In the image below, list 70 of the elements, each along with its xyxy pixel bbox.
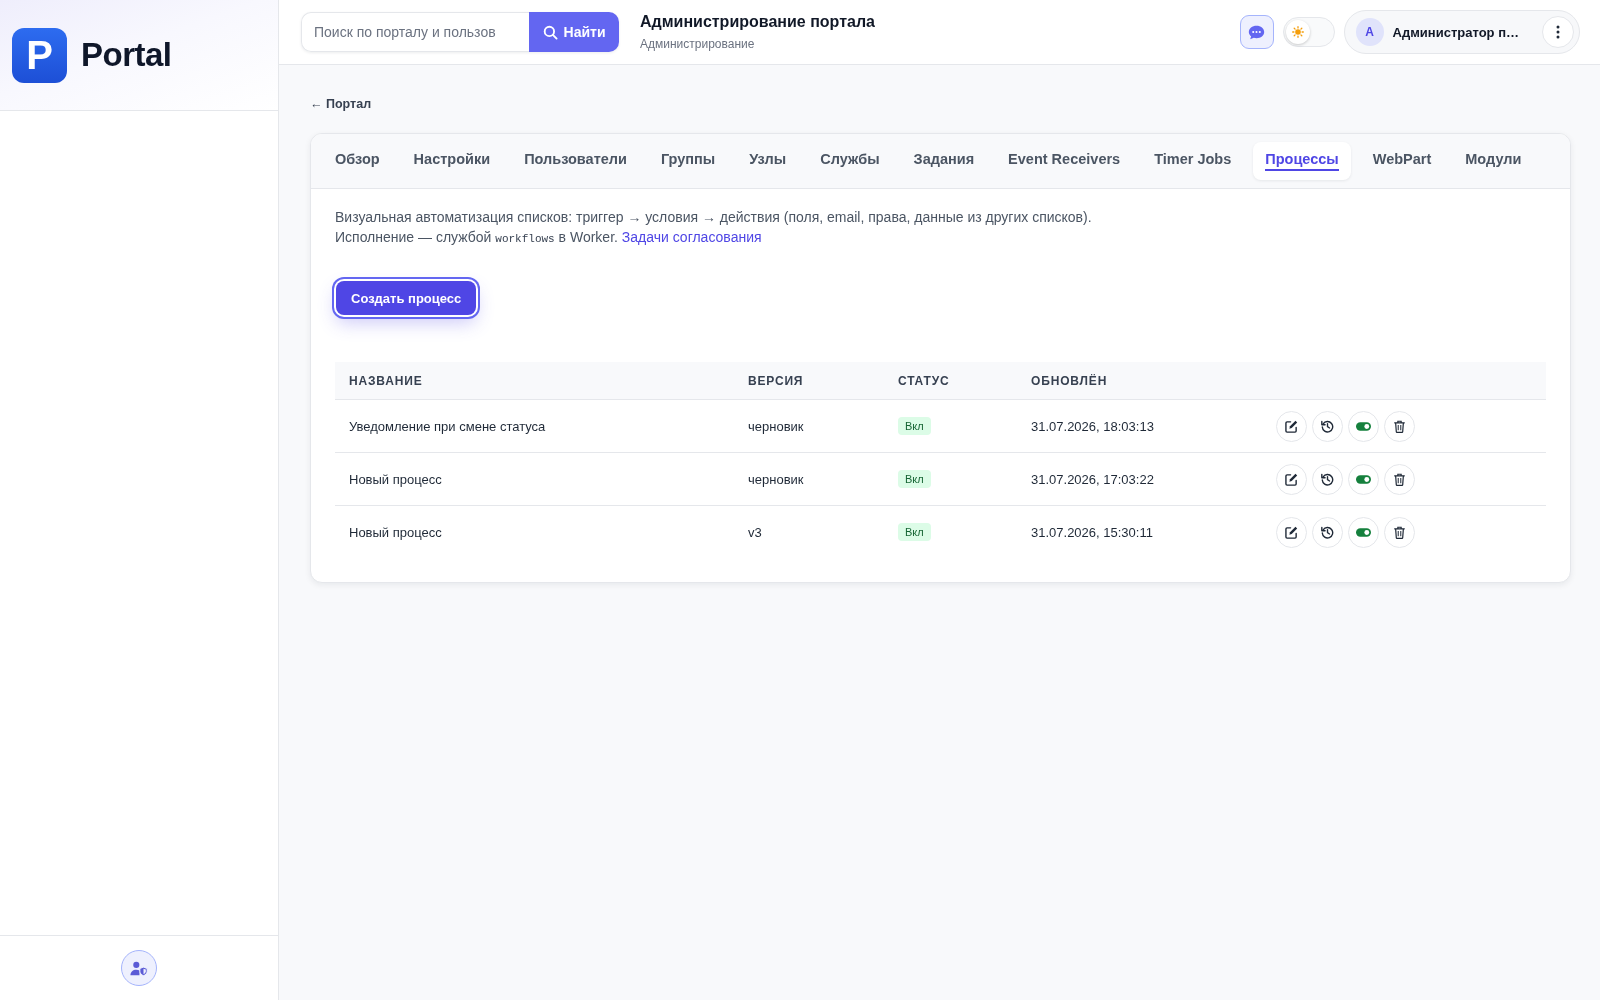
user-shield-icon [130, 960, 148, 976]
column-header: ВЕРСИЯ [748, 373, 804, 388]
history-button[interactable] [1312, 410, 1343, 442]
logo-tile[interactable]: P [12, 27, 67, 83]
history-icon [1321, 419, 1334, 433]
status-badge: Вкл [898, 470, 931, 488]
edit-button[interactable] [1276, 516, 1307, 548]
user-name: Администратор п… [1392, 24, 1519, 40]
back-link[interactable]: ← Портал [310, 97, 372, 111]
search-icon [542, 24, 558, 40]
history-button[interactable] [1312, 516, 1343, 548]
delete-button[interactable] [1384, 463, 1415, 495]
enable-toggle-button[interactable] [1348, 516, 1379, 548]
chat-bubble-icon [1248, 24, 1266, 40]
more-vertical-icon [1556, 25, 1560, 39]
page-title: Администрирование портала [640, 13, 875, 31]
sun-icon [1291, 26, 1304, 38]
column-header: СТАТУС [898, 373, 950, 388]
enable-toggle-button[interactable] [1348, 410, 1379, 442]
tab[interactable]: Службы [808, 142, 892, 180]
tab[interactable]: Пользователи [512, 142, 639, 180]
approval-tasks-link[interactable]: Задачи согласования [621, 229, 762, 245]
column-header: НАЗВАНИЕ [349, 373, 423, 388]
delete-button[interactable] [1384, 516, 1415, 548]
tab[interactable]: Timer Jobs [1142, 142, 1244, 180]
tab[interactable]: Обзор [323, 142, 392, 180]
table-cell: 31.07.2026, 15:30:11 [1031, 524, 1153, 540]
tab[interactable]: Event Receivers [996, 142, 1133, 180]
tab[interactable]: Настройки [401, 142, 503, 180]
history-icon [1321, 525, 1334, 539]
admin-button[interactable] [121, 950, 157, 986]
column-header: ОБНОВЛЁН [1031, 373, 1108, 388]
trash-icon [1394, 419, 1405, 433]
trash-icon [1394, 472, 1405, 486]
table-cell: 31.07.2026, 17:03:22 [1031, 471, 1154, 487]
user-avatar: A [1355, 18, 1384, 46]
status-badge: Вкл [898, 417, 931, 435]
tab[interactable]: Процессы [1253, 142, 1351, 180]
table-cell: v3 [748, 524, 762, 540]
user-menu[interactable]: A Администратор п… [1343, 10, 1580, 54]
tab[interactable]: Узлы [737, 142, 799, 180]
theme-toggle[interactable] [1282, 17, 1335, 47]
description-text: Визуальная автоматизация списков: триггер → условия → действия (поля, email, права, данные из других списков). [335, 208, 1093, 227]
page-subtitle: Администрирование [640, 37, 756, 51]
tab[interactable]: WebPart [1360, 142, 1444, 180]
edit-icon [1285, 472, 1298, 486]
table-cell: Новый процесс [349, 524, 442, 540]
delete-button[interactable] [1384, 410, 1415, 442]
tab[interactable]: Группы [648, 142, 728, 180]
table-cell: черновик [748, 418, 804, 434]
trash-icon [1394, 525, 1405, 539]
history-button[interactable] [1312, 463, 1343, 495]
search-field[interactable]: Поиск по порталу и пользов [301, 12, 529, 52]
history-icon [1321, 472, 1334, 486]
table-cell: 31.07.2026, 18:03:13 [1031, 418, 1154, 434]
table-cell: Новый процесс [349, 471, 442, 487]
edit-icon [1285, 419, 1298, 433]
status-badge: Вкл [898, 523, 931, 541]
tab[interactable]: Задания [901, 142, 987, 180]
search-button[interactable]: Найти [529, 12, 619, 52]
chat-button[interactable] [1239, 15, 1274, 49]
tab[interactable]: Модули [1453, 142, 1534, 180]
table-cell: Уведомление при смене статуса [349, 418, 546, 434]
enable-toggle-button[interactable] [1348, 463, 1379, 495]
table-cell: черновик [748, 471, 804, 487]
edit-button[interactable] [1276, 463, 1307, 495]
edit-icon [1285, 525, 1298, 539]
description-text: Исполнение — службой workflows в Worker. Задачи согласования [335, 228, 763, 247]
brand-name: Portal [81, 36, 172, 74]
edit-button[interactable] [1276, 410, 1307, 442]
